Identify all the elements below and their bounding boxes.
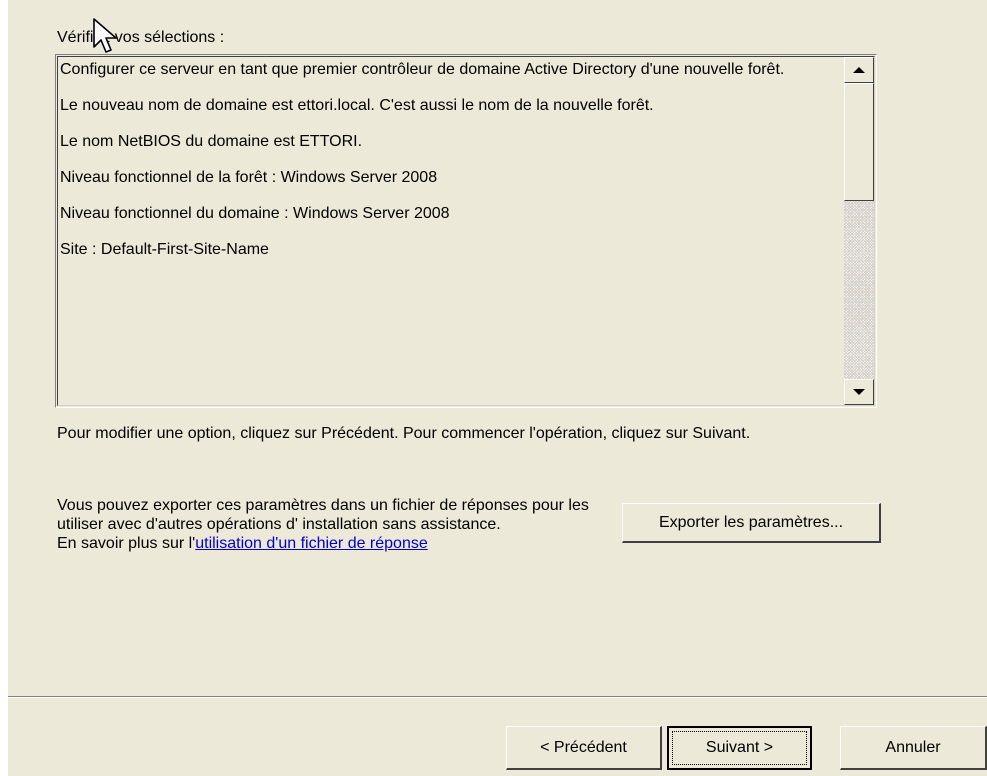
summary-entry-domain-level: Niveau fonctionnel du domaine : Windows …: [60, 205, 450, 222]
wizard-window: Vérifiez vos sélections : Configurer ce …: [0, 0, 987, 776]
arrow-down-icon: [853, 389, 865, 395]
learn-more-prefix: En savoir plus sur l': [57, 535, 196, 552]
next-button[interactable]: Suivant >: [667, 726, 812, 770]
mouse-pointer-icon: [93, 18, 117, 53]
review-selections-label: Vérifiez vos sélections :: [57, 29, 225, 46]
summary-entry-netbios: Le nom NetBIOS du domaine est ETTORI.: [60, 133, 363, 150]
summary-list: Configurer ce serveur en tant que premie…: [60, 59, 846, 276]
answer-file-link[interactable]: utilisation d'un fichier de réponse: [195, 535, 428, 552]
scrollbar-thumb[interactable]: [844, 83, 874, 201]
instructions-text: Pour modifier une option, cliquez sur Pr…: [57, 425, 751, 442]
footer-separator: [8, 696, 987, 698]
summary-entry-domain-name: Le nouveau nom de domaine est ettori.loc…: [60, 97, 654, 114]
export-settings-button[interactable]: Exporter les paramètres...: [622, 503, 881, 543]
summary-entry-forest: Configurer ce serveur en tant que premie…: [60, 61, 785, 78]
summary-entry-site: Site : Default-First-Site-Name: [60, 241, 269, 258]
summary-entry-forest-level: Niveau fonctionnel de la forêt : Windows…: [60, 169, 438, 186]
previous-button[interactable]: < Précédent: [506, 726, 662, 770]
left-strip: [0, 0, 8, 776]
cancel-button[interactable]: Annuler: [840, 726, 987, 770]
summary-listbox[interactable]: Configurer ce serveur en tant que premie…: [55, 54, 877, 408]
vertical-scrollbar[interactable]: [844, 57, 874, 405]
scroll-up-button[interactable]: [844, 57, 874, 83]
focus-rectangle: [672, 731, 807, 765]
scroll-down-button[interactable]: [844, 379, 874, 405]
export-description: Vous pouvez exporter ces paramètres dans…: [57, 497, 589, 533]
arrow-up-icon: [853, 67, 865, 73]
export-description-block: Vous pouvez exporter ces paramètres dans…: [57, 496, 617, 553]
